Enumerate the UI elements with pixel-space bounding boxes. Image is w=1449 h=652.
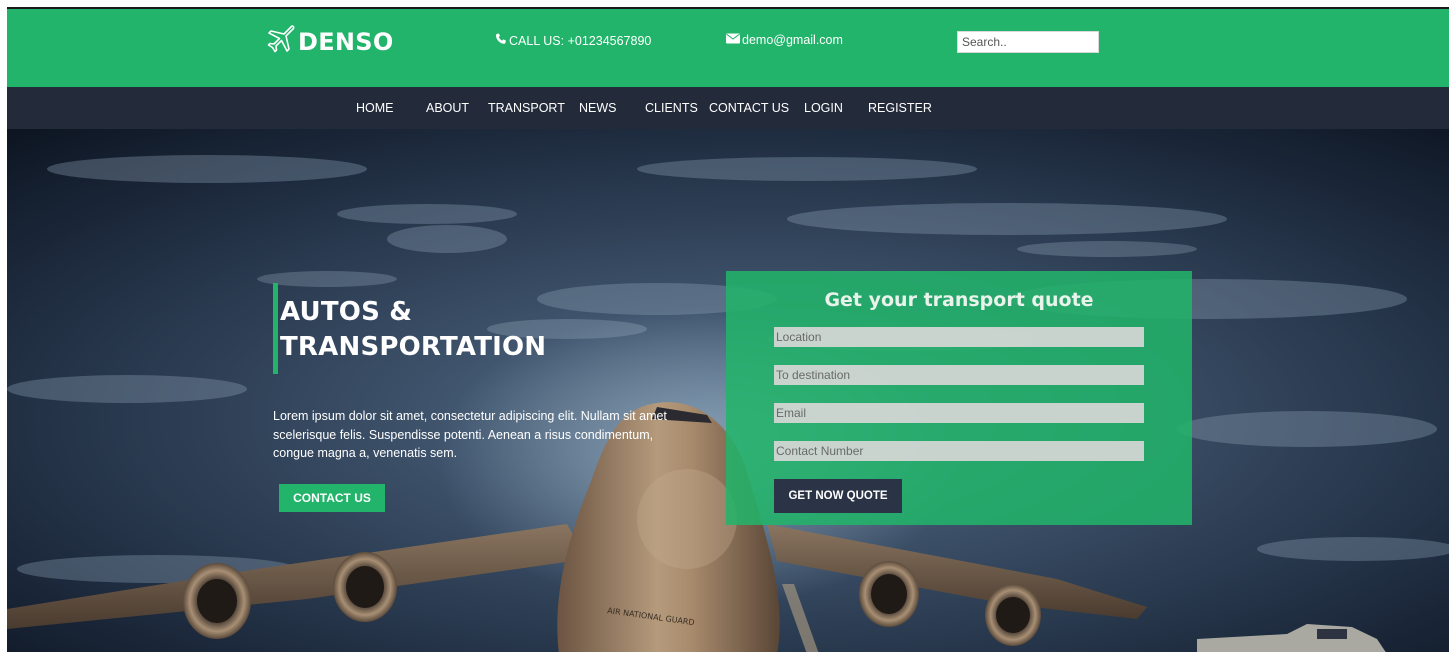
brand-name: DENSO xyxy=(298,27,394,56)
email-field[interactable] xyxy=(774,403,1144,423)
quote-form-title: Get your transport quote xyxy=(824,289,1094,311)
contact-email[interactable]: demo@gmail.com xyxy=(726,33,843,47)
brand-logo[interactable]: DENSO xyxy=(265,23,394,60)
search-input[interactable] xyxy=(957,31,1099,53)
location-field[interactable] xyxy=(774,327,1144,347)
phone-icon xyxy=(495,33,509,48)
page: DENSO CALL US: +01234567890 demo@gmail.c… xyxy=(7,7,1449,652)
top-bar: DENSO CALL US: +01234567890 demo@gmail.c… xyxy=(7,9,1449,87)
destination-field[interactable] xyxy=(774,365,1144,385)
hero-section: AIR NATIONAL GUARD AUTOS & TRANSPORTATIO… xyxy=(7,129,1449,652)
nav-item-transport[interactable]: TRANSPORT xyxy=(488,101,565,115)
hero-description: Lorem ipsum dolor sit amet, consectetur … xyxy=(273,409,667,460)
hero-title-block: AUTOS & TRANSPORTATION xyxy=(273,283,580,374)
contact-number-field[interactable] xyxy=(774,441,1144,461)
phone-text: CALL US: +01234567890 xyxy=(509,33,652,48)
nav-item-clients[interactable]: CLIENTS xyxy=(645,101,698,115)
email-text: demo@gmail.com xyxy=(742,33,843,47)
airplane-icon xyxy=(265,23,297,60)
main-nav: HOME ABOUT TRANSPORT NEWS CLIENTS CONTAC… xyxy=(7,87,1449,129)
nav-item-login[interactable]: LOGIN xyxy=(804,101,843,115)
nav-item-home[interactable]: HOME xyxy=(356,101,394,115)
get-quote-button[interactable]: GET NOW QUOTE xyxy=(774,479,902,513)
nav-item-news[interactable]: NEWS xyxy=(579,101,617,115)
hero-title: AUTOS & TRANSPORTATION xyxy=(280,297,547,362)
contact-us-button[interactable]: CONTACT US xyxy=(279,484,385,512)
nav-item-register[interactable]: REGISTER xyxy=(868,101,932,115)
contact-phone[interactable]: CALL US: +01234567890 xyxy=(495,33,651,48)
nav-item-contact-us[interactable]: CONTACT US xyxy=(709,101,789,115)
nav-item-about[interactable]: ABOUT xyxy=(426,101,469,115)
envelope-icon xyxy=(726,33,742,47)
quote-form: Get your transport quote GET NOW QUOTE xyxy=(726,271,1192,525)
